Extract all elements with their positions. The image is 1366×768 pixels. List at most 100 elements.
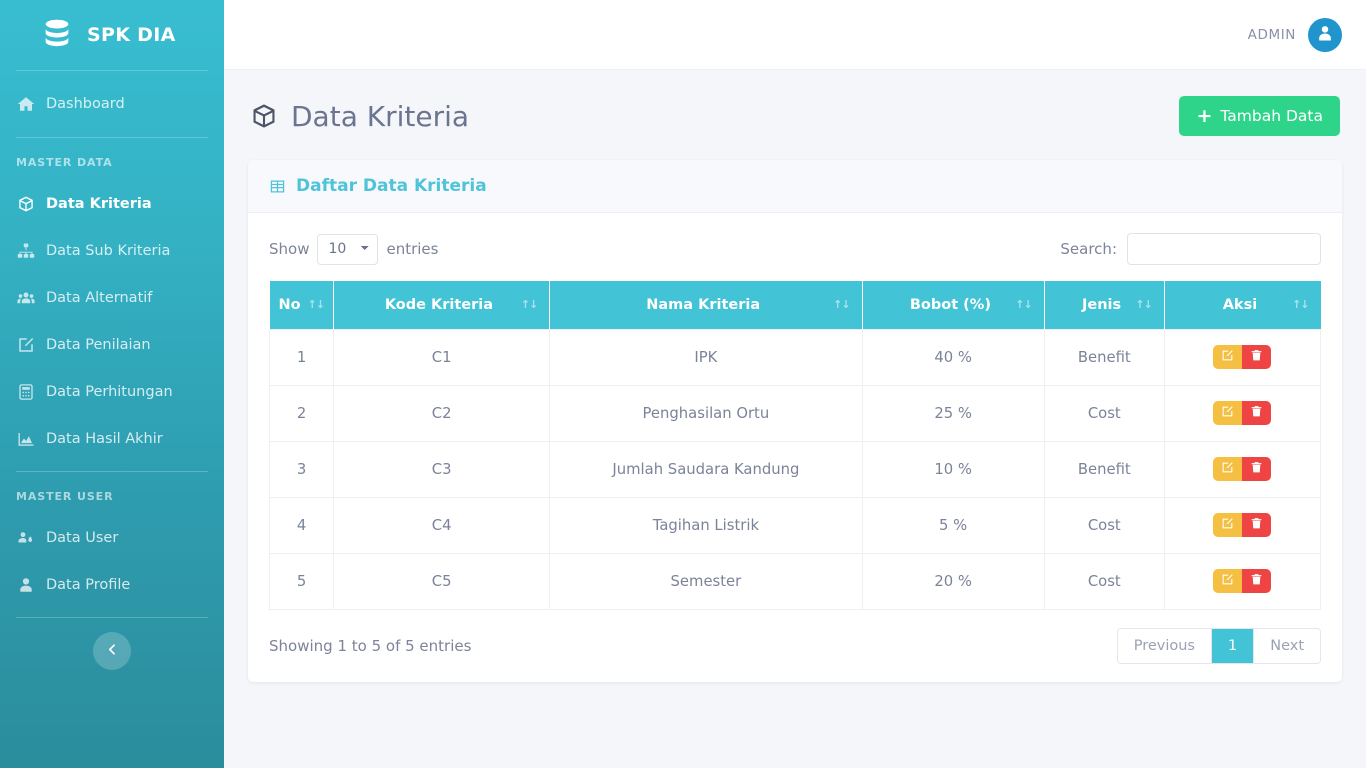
sidebar-item-data-kriteria[interactable]: Data Kriteria [0,184,224,224]
table-row: 5 C5 Semester 20 % Cost [268,552,1322,610]
sidebar-item-label: Data Perhitungan [46,384,173,400]
cell-nama: Jumlah Saudara Kandung [549,440,863,498]
cell-aksi [1163,496,1322,554]
pagination: Previous 1 Next [1116,627,1321,664]
sidebar-item-label: Data User [46,530,119,546]
column-label: Nama Kriteria [646,296,761,313]
cell-aksi [1163,552,1322,610]
column-label: Jenis [1081,296,1122,313]
edit-pencil-icon [1221,461,1234,477]
topbar-user-label: ADMIN [1247,26,1296,43]
sidebar-item-label: Data Penilaian [46,337,151,353]
content: Data Kriteria + Tambah Data Daftar Data … [224,70,1366,768]
column-label: Kode Kriteria [384,296,494,313]
brand[interactable]: SPK DIA [0,0,224,70]
table-row: 1 C1 IPK 40 % Benefit [268,328,1322,386]
sidebar-item-data-profile[interactable]: Data Profile [0,565,224,605]
table-footer: Showing 1 to 5 of 5 entries Previous 1 N… [269,627,1321,664]
delete-row-button[interactable] [1242,401,1272,425]
cell-aksi [1163,328,1322,386]
delete-row-button[interactable] [1242,457,1272,481]
cell-nama: Semester [549,552,863,610]
cell-no: 5 [268,552,335,610]
card-body: Show 102550100 entries Search: [248,213,1342,682]
sidebar-item-label: Data Kriteria [46,196,152,212]
edit-row-button[interactable] [1213,401,1243,425]
edit-square-icon [16,336,35,355]
table-body: 1 C1 IPK 40 % Benefit 2 C2 Penghasilan O… [268,328,1322,610]
sidebar-item-label: Data Sub Kriteria [46,243,171,259]
trash-icon [1250,573,1263,589]
add-data-button[interactable]: + Tambah Data [1179,96,1340,136]
cell-kode: C1 [333,328,551,386]
sidebar-item-dashboard[interactable]: Dashboard [0,84,224,124]
table-header-row: No ↑↓ Kode Kriteria ↑↓ Nama Kriteria ↑↓ Bob… [269,281,1321,329]
delete-row-button[interactable] [1242,513,1272,537]
column-header-aksi[interactable]: Aksi ↑↓ [1164,281,1321,329]
user-avatar-icon [1315,23,1335,47]
cell-bobot: 40 % [861,328,1045,386]
table-row: 2 C2 Penghasilan Ortu 25 % Cost [268,384,1322,442]
cell-no: 2 [268,384,335,442]
users-cog-icon [16,529,35,548]
delete-row-button[interactable] [1242,345,1272,369]
row-action-group [1213,345,1272,369]
data-table: No ↑↓ Kode Kriteria ↑↓ Nama Kriteria ↑↓ Bob… [268,281,1322,610]
cell-aksi [1163,384,1322,442]
table-controls: Show 102550100 entries Search: [269,233,1321,265]
page-title-text: Data Kriteria [291,99,470,133]
search-label: Search: [1060,240,1117,258]
column-header-jenis[interactable]: Jenis ↑↓ [1044,281,1165,329]
page-length-select[interactable]: 102550100 [317,233,379,265]
sort-icon: ↑↓ [1015,298,1032,312]
cell-nama: Tagihan Listrik [549,496,863,554]
table-row: 4 C4 Tagihan Listrik 5 % Cost [268,496,1322,554]
pagination-previous[interactable]: Previous [1117,628,1212,663]
database-icon [40,18,74,52]
data-card: Daftar Data Kriteria Show 102550100 entr… [248,160,1342,682]
sidebar-section-master-user: MASTER USER [16,490,114,503]
topbar: ADMIN [224,0,1366,70]
trash-icon [1250,405,1263,421]
avatar[interactable] [1308,17,1342,52]
page-title: Data Kriteria [250,100,469,133]
edit-row-button[interactable] [1213,569,1243,593]
trash-icon [1250,517,1263,533]
pagination-next[interactable]: Next [1254,628,1320,663]
column-header-bobot[interactable]: Bobot (%) ↑↓ [862,281,1045,329]
sort-icon: ↑↓ [520,298,538,312]
calculator-icon [16,383,35,402]
sidebar-item-data-alternatif[interactable]: Data Alternatif [0,278,224,318]
sidebar-collapse-button[interactable] [93,632,131,670]
edit-pencil-icon [1221,349,1234,365]
edit-row-button[interactable] [1213,513,1243,537]
cell-no: 1 [268,328,335,386]
column-label: No [278,296,301,313]
search-input[interactable] [1127,233,1321,265]
sort-icon: ↑↓ [307,298,325,312]
page-length-control: Show 102550100 entries [269,233,438,265]
column-header-no[interactable]: No ↑↓ [269,281,335,329]
edit-row-button[interactable] [1213,345,1243,369]
edit-pencil-icon [1221,517,1234,533]
cell-bobot: 20 % [861,552,1045,610]
cell-nama: IPK [549,328,863,386]
home-icon [16,95,35,114]
sidebar-item-data-sub-kriteria[interactable]: Data Sub Kriteria [0,231,224,271]
sidebar-item-data-user[interactable]: Data User [0,518,224,558]
card-header: Daftar Data Kriteria [248,160,1342,213]
sidebar-item-data-perhitungan[interactable]: Data Perhitungan [0,372,224,412]
delete-row-button[interactable] [1242,569,1272,593]
cell-bobot: 10 % [861,440,1045,498]
edit-pencil-icon [1221,573,1234,589]
cell-kode: C2 [333,384,551,442]
cell-jenis: Cost [1043,384,1165,442]
column-header-nama-kriteria[interactable]: Nama Kriteria ↑↓ [549,281,863,329]
chart-area-icon [16,430,35,449]
pagination-page-1[interactable]: 1 [1211,628,1255,663]
sidebar-item-data-penilaian[interactable]: Data Penilaian [0,325,224,365]
edit-row-button[interactable] [1213,457,1243,481]
sort-icon: ↑↓ [833,298,850,312]
sidebar-item-data-hasil-akhir[interactable]: Data Hasil Akhir [0,419,224,459]
column-header-kode-kriteria[interactable]: Kode Kriteria ↑↓ [333,281,551,329]
